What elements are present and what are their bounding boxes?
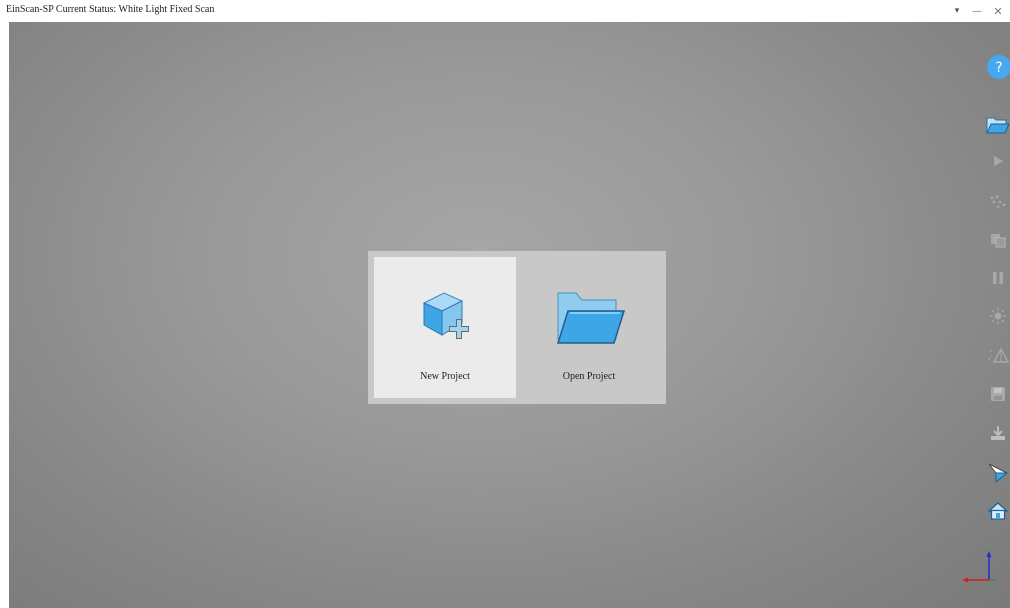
open-folder-icon xyxy=(556,292,626,344)
new-project-label: New Project xyxy=(420,371,470,382)
close-icon: ✕ xyxy=(993,4,1003,18)
measure-icon xyxy=(988,463,1009,483)
toolbar-save-button[interactable] xyxy=(986,384,1010,404)
toolbar-mesh-button[interactable] xyxy=(986,344,1010,366)
toolbar-open-button[interactable] xyxy=(986,115,1010,135)
folder-icon xyxy=(986,117,1010,134)
toolbar-brightness-button[interactable] xyxy=(986,306,1010,326)
cube-plus-icon xyxy=(422,292,469,339)
open-project-label: Open Project xyxy=(562,371,616,382)
help-glyph: ? xyxy=(995,60,1002,76)
toolbar-pause-button[interactable] xyxy=(986,268,1010,288)
minimize-icon: — xyxy=(972,5,982,17)
toolbar-export-button[interactable] xyxy=(986,422,1010,444)
toolbar-measure-button[interactable] xyxy=(985,460,1010,484)
window-frame xyxy=(0,22,9,608)
dropdown-button[interactable]: ▾ xyxy=(947,2,967,20)
help-icon: ? xyxy=(987,55,1010,79)
start-dialog: New Project Open Project xyxy=(368,251,666,404)
toolbar-points-button[interactable] xyxy=(986,192,1010,212)
sun-icon xyxy=(990,308,1006,324)
export-icon xyxy=(991,426,1005,440)
points-icon xyxy=(990,195,1006,209)
help-button[interactable]: ? xyxy=(986,54,1010,80)
new-project-button[interactable]: New Project xyxy=(374,257,516,398)
scan-viewport[interactable]: New Project Open Project ? xyxy=(9,22,1010,608)
toolbar-home-button[interactable] xyxy=(986,500,1010,522)
toolbar-play-button[interactable] xyxy=(987,152,1009,170)
play-icon xyxy=(994,156,1003,166)
axis-indicator-icon xyxy=(962,551,995,583)
copy-icon xyxy=(991,234,1006,248)
home-icon xyxy=(988,502,1008,520)
pause-icon xyxy=(993,272,1003,284)
close-button[interactable]: ✕ xyxy=(988,2,1008,20)
title-bar: EinScan-SP Current Status: White Light F… xyxy=(0,0,1010,22)
toolbar-copy-button[interactable] xyxy=(986,230,1010,250)
open-project-button[interactable]: Open Project xyxy=(518,257,660,398)
window-title: EinScan-SP Current Status: White Light F… xyxy=(6,4,215,15)
chevron-down-icon: ▾ xyxy=(954,6,960,16)
minimize-button[interactable]: — xyxy=(967,2,987,20)
mesh-icon xyxy=(988,347,1009,363)
save-icon xyxy=(991,387,1005,401)
